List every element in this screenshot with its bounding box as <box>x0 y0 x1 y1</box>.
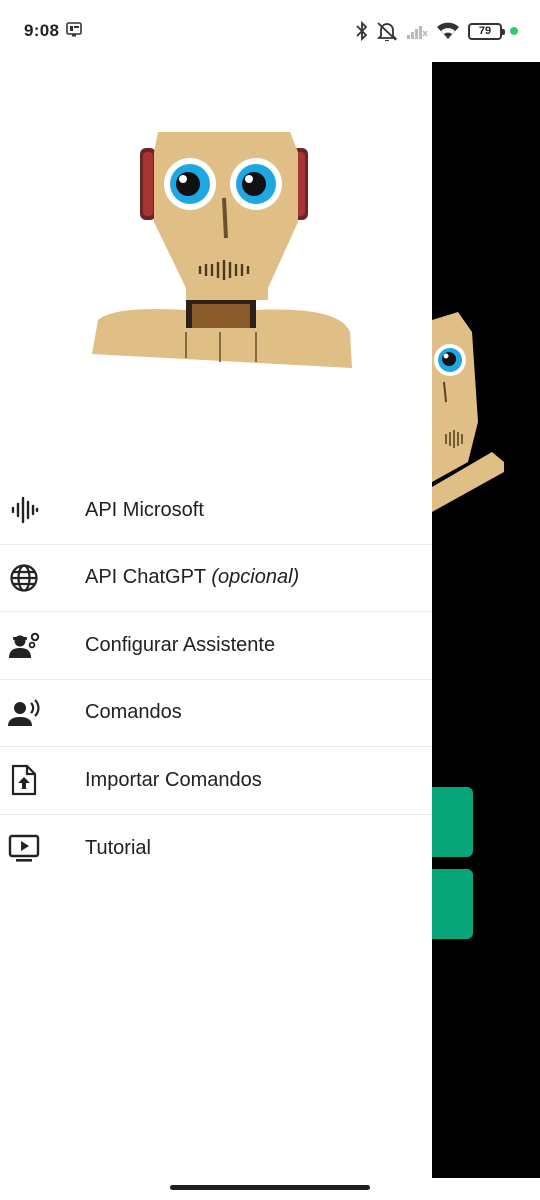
notification-icon <box>66 22 82 37</box>
menu-item-label: Importar Comandos <box>85 769 262 792</box>
status-bar: 9:08 79 <box>0 0 540 62</box>
menu-item-api-microsoft[interactable]: API Microsoft <box>0 477 432 545</box>
background-robot-image <box>432 312 504 512</box>
menu-item-label-text: Tutorial <box>85 836 151 859</box>
globe-icon <box>8 562 40 594</box>
menu-item-label: Configurar Assistente <box>85 634 275 657</box>
gesture-navigation-handle[interactable] <box>170 1185 370 1190</box>
background-green-button <box>432 869 473 939</box>
menu-item-configurar-assistente[interactable]: Configurar Assistente <box>0 612 432 680</box>
menu-item-label-text: Comandos <box>85 701 182 724</box>
menu-item-comandos[interactable]: Comandos <box>0 680 432 747</box>
drawer-menu: API Microsoft API ChatGPT (opcional) Con… <box>0 477 432 882</box>
background-green-button <box>432 787 473 857</box>
user-settings-icon <box>8 629 40 661</box>
signal-icon <box>407 26 428 39</box>
menu-item-label-text: API ChatGPT <box>85 566 212 589</box>
file-upload-icon <box>8 764 40 796</box>
menu-item-label-text: Configurar Assistente <box>85 633 276 656</box>
menu-item-label: API Microsoft <box>85 499 204 522</box>
menu-item-label: Tutorial <box>85 837 151 860</box>
menu-item-api-chatgpt[interactable]: API ChatGPT (opcional) <box>0 545 432 612</box>
menu-item-label: Comandos <box>85 701 182 724</box>
battery-level: 79 <box>478 24 492 37</box>
robot-logo-image <box>92 132 352 368</box>
tutorial-video-icon <box>8 832 40 864</box>
menu-item-importar-comandos[interactable]: Importar Comandos <box>0 747 432 815</box>
menu-item-label-text: Importar Comandos <box>85 768 262 791</box>
menu-item-label-text: API Microsoft <box>85 498 204 521</box>
privacy-indicator-dot <box>510 27 518 35</box>
navigation-drawer: API Microsoft API ChatGPT (opcional) Con… <box>0 62 432 1200</box>
menu-item-tutorial[interactable]: Tutorial <box>0 815 432 883</box>
background-app <box>432 46 540 1178</box>
status-icons: 79 <box>356 19 518 43</box>
drawer-header <box>0 62 432 477</box>
status-time: 9:08 <box>24 21 60 40</box>
menu-item-optional-note: (opcional) <box>211 566 300 589</box>
battery-icon: 79 <box>468 22 505 40</box>
menu-item-label: API ChatGPT (opcional) <box>85 566 299 589</box>
voice-icon <box>8 697 40 729</box>
bluetooth-icon <box>356 21 368 41</box>
dnd-icon <box>376 22 398 41</box>
wifi-icon <box>437 22 459 39</box>
audio-waveform-icon <box>8 494 40 526</box>
